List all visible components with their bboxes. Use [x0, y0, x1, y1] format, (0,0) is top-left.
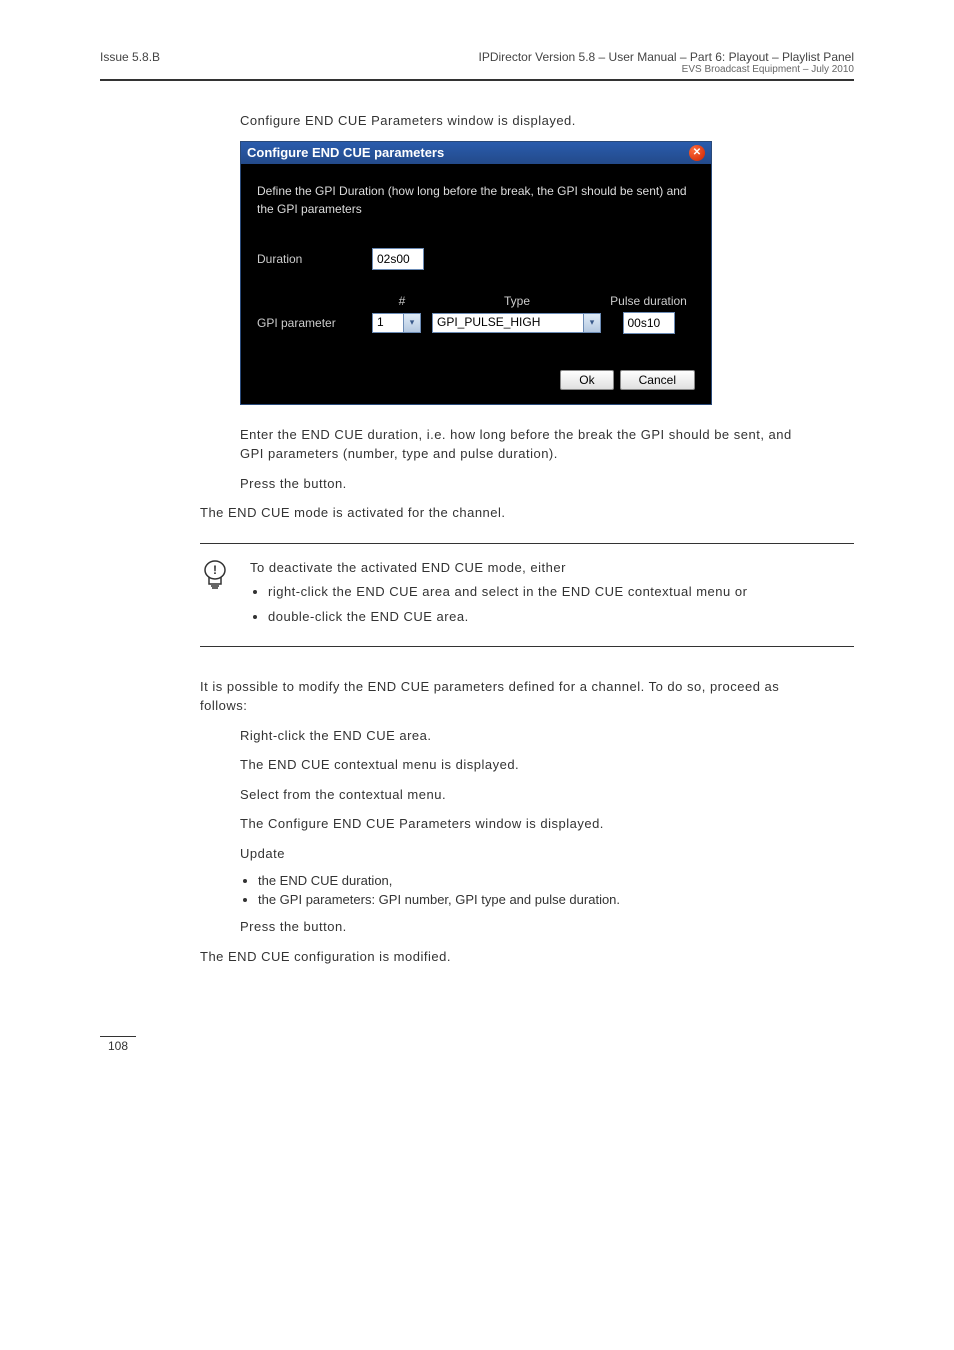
page-number: 108 — [100, 1036, 136, 1055]
press-prefix: Press the — [240, 476, 304, 491]
note-bullet-2: double-click the END CUE area. — [268, 607, 814, 628]
step-3-bullet-1: the END CUE duration, — [258, 873, 814, 888]
step-4: Press the button. — [240, 917, 814, 937]
modification-result: The END CUE configuration is modified. — [200, 947, 814, 967]
configure-end-cue-dialog: Configure END CUE parameters ✕ Define th… — [240, 141, 712, 405]
step-4-suffix: button. — [304, 919, 347, 934]
note-bullet-1: right-click the END CUE area and select … — [268, 582, 814, 603]
page-header: Issue 5.8.B IPDirector Version 5.8 – Use… — [100, 50, 854, 81]
activation-result: The END CUE mode is activated for the ch… — [200, 503, 814, 523]
press-suffix: button. — [304, 476, 347, 491]
gpi-type-select[interactable]: GPI_PULSE_HIGH ▾ — [432, 313, 601, 333]
chevron-down-icon[interactable]: ▾ — [583, 313, 601, 333]
col-header-number: # — [372, 294, 432, 308]
step-2-prefix: Select — [240, 787, 283, 802]
svg-text:!: ! — [213, 563, 217, 577]
note-icon: ! — [200, 558, 230, 632]
dialog-title: Configure END CUE parameters — [247, 145, 444, 160]
close-icon[interactable]: ✕ — [689, 145, 705, 161]
enter-instruction: Enter the END CUE duration, i.e. how lon… — [240, 425, 814, 464]
note-b1-suffix: in the END CUE contextual menu or — [523, 584, 748, 599]
note-block: ! To deactivate the activated END CUE mo… — [200, 543, 854, 647]
modify-intro: It is possible to modify the END CUE par… — [200, 677, 814, 716]
step-2-result: The Configure END CUE Parameters window … — [240, 814, 814, 834]
step-3-bullet-2: the GPI parameters: GPI number, GPI type… — [258, 892, 814, 907]
duration-input[interactable] — [372, 248, 424, 270]
ok-button[interactable]: Ok — [560, 370, 613, 390]
cancel-button[interactable]: Cancel — [620, 370, 695, 390]
dialog-titlebar: Configure END CUE parameters ✕ — [241, 142, 711, 164]
step-2: Select from the contextual menu. — [240, 785, 814, 805]
pulse-duration-input[interactable] — [623, 312, 675, 334]
gpi-type-value: GPI_PULSE_HIGH — [432, 313, 583, 333]
step-2-suffix: from the contextual menu. — [283, 787, 446, 802]
step-1: Right-click the END CUE area. — [240, 726, 814, 746]
press-ok-instruction: Press the button. — [240, 474, 814, 494]
note-b1-prefix: right-click the END CUE area and select — [268, 584, 523, 599]
doc-title: IPDirector Version 5.8 – User Manual – P… — [478, 50, 854, 64]
col-header-pulse: Pulse duration — [602, 294, 695, 308]
doc-subtitle: EVS Broadcast Equipment – July 2010 — [478, 64, 854, 75]
step-4-prefix: Press the — [240, 919, 304, 934]
chevron-down-icon[interactable]: ▾ — [403, 313, 421, 333]
step-1-result: The END CUE contextual menu is displayed… — [240, 755, 814, 775]
duration-label: Duration — [257, 252, 372, 266]
header-right: IPDirector Version 5.8 – User Manual – P… — [478, 50, 854, 75]
note-intro: To deactivate the activated END CUE mode… — [250, 558, 814, 579]
issue-label: Issue 5.8.B — [100, 50, 160, 64]
gpi-number-value: 1 — [372, 313, 403, 333]
dialog-description: Define the GPI Duration (how long before… — [257, 182, 695, 218]
step-3: Update — [240, 844, 814, 864]
gpi-number-select[interactable]: 1 ▾ — [372, 313, 421, 333]
gpi-parameter-label: GPI parameter — [257, 316, 372, 330]
intro-text: Configure END CUE Parameters window is d… — [240, 111, 814, 131]
gpi-column-headers: # Type Pulse duration — [372, 294, 695, 308]
col-header-type: Type — [432, 294, 602, 308]
